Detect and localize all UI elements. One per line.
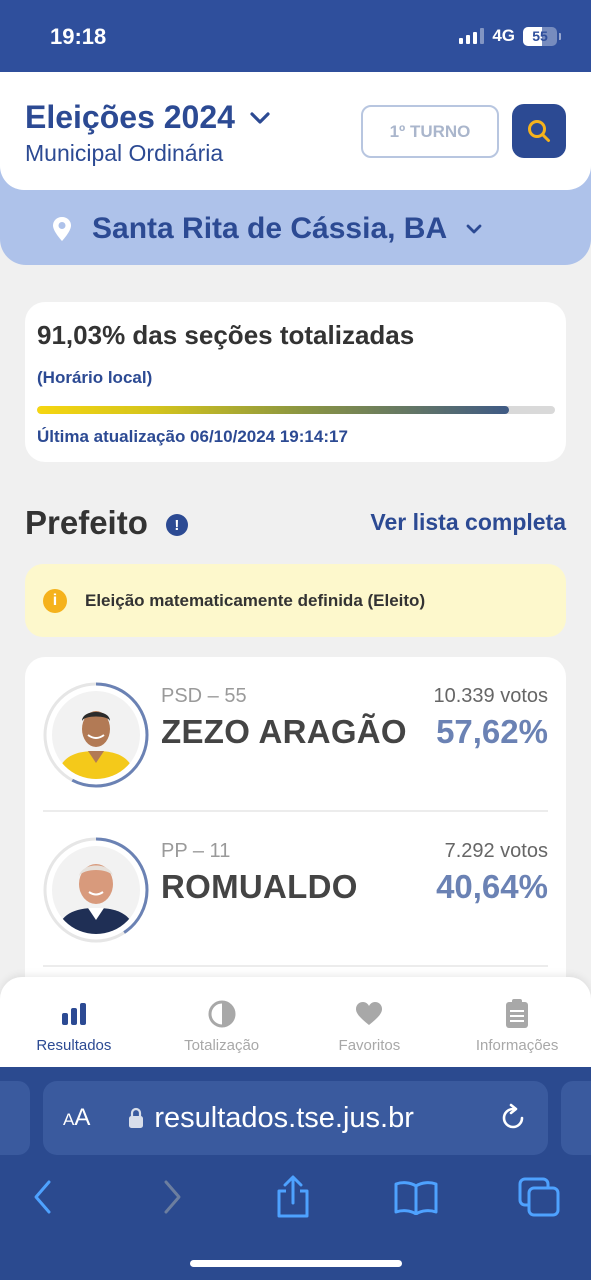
candidate-percent: 57,62% [436,713,548,750]
view-full-list-link[interactable]: Ver lista completa [370,509,566,536]
location-name: Santa Rita de Cássia, BA [92,212,448,245]
address-bar[interactable]: AA resultados.tse.jus.br [43,1081,548,1155]
battery-icon: 55 [523,26,561,46]
tab-label: Totalização [184,1037,260,1054]
alert-text: Eleição matematicamente definida (Eleito… [85,590,426,610]
tab-label: Favoritos [338,1037,401,1054]
election-subtitle: Municipal Ordinária [25,140,224,166]
candidate-name: ROMUALDO [161,868,358,905]
header-card: Eleições 2024 Municipal Ordinária 1º TUR… [0,72,591,190]
network-label: 4G [492,26,515,45]
battery-level: 55 [532,27,548,44]
search-button[interactable] [512,104,566,158]
status-time: 19:18 [50,24,107,49]
tab-totalizacao[interactable]: Totalização [148,977,296,1069]
reload-icon[interactable] [498,1103,528,1133]
election-title: Eleições 2024 [25,99,235,135]
tabs-button[interactable] [514,1172,564,1222]
candidate-party: PP – 11 [161,840,231,862]
previous-tab-peek[interactable] [0,1081,30,1155]
local-time-note: (Horário local) [37,368,153,387]
info-icon: i [43,588,67,613]
tab-informacoes[interactable]: Informações [443,977,591,1069]
candidate-avatar [42,681,150,789]
tab-label: Resultados [36,1037,112,1054]
progress-fill [37,406,509,414]
next-tab-peek[interactable] [561,1081,591,1155]
candidate-row[interactable]: PSD – 55 ZEZO ARAGÃO 10.339 votos 57,62% [25,657,566,811]
document-icon [502,999,532,1029]
status-indicators: 4G 55 [459,26,561,46]
lock-icon [129,1107,144,1128]
heart-icon [354,999,384,1029]
tab-resultados[interactable]: Resultados [0,977,148,1069]
bookmarks-button[interactable] [391,1172,441,1222]
totalization-title: 91,03% das seções totalizadas [37,320,415,350]
chevron-down-icon [466,224,482,234]
candidate-row[interactable]: PP – 11 ROMUALDO 7.292 votos 40,64% [25,812,566,966]
share-icon [277,1175,309,1218]
turno-button[interactable]: 1º TURNO [361,105,499,158]
forward-icon [164,1180,181,1214]
bar-chart-icon [59,999,89,1029]
section-title: Prefeito ! [25,504,188,542]
tab-favoritos[interactable]: Favoritos [296,977,444,1069]
browser-nav [0,1172,591,1232]
url-text: resultados.tse.jus.br [154,1101,414,1134]
candidate-votes: 10.339 votos [433,685,548,707]
totalization-progress-bar [37,406,555,414]
status-bar: 19:18 4G 55 [0,0,591,72]
office-title: Prefeito [25,504,148,541]
browser-toolbar: AA resultados.tse.jus.br [0,1067,591,1280]
candidate-votes: 7.292 votos [444,840,548,862]
bookmarks-icon [394,1181,438,1215]
forward-button[interactable] [147,1172,197,1222]
candidate-percent: 40,64% [436,868,548,905]
info-icon[interactable]: ! [165,514,188,536]
candidate-photo [52,691,140,779]
back-icon [34,1180,51,1214]
candidate-photo [52,846,140,934]
chevron-down-icon [250,111,270,124]
tab-label: Informações [475,1037,559,1054]
home-indicator[interactable] [190,1260,402,1267]
candidate-name: ZEZO ARAGÃO [161,713,407,750]
back-button[interactable] [18,1172,68,1222]
share-button[interactable] [268,1172,318,1222]
search-icon [528,120,550,142]
last-update: Última atualização 06/10/2024 19:14:17 [37,427,348,446]
signal-icon [459,28,485,44]
divider [43,965,548,967]
result-alert: i Eleição matematicamente definida (Elei… [25,564,566,637]
location-pin-icon [53,217,71,241]
tabs-icon [518,1177,560,1217]
candidate-avatar [42,836,150,944]
totalization-card: 91,03% das seções totalizadas (Horário l… [25,302,566,462]
bottom-tab-bar: Resultados Totalização Favoritos Informa… [0,977,591,1069]
location-selector[interactable]: Santa Rita de Cássia, BA [50,212,483,246]
election-selector[interactable]: Eleições 2024 [25,99,271,136]
candidate-party: PSD – 55 [161,685,247,707]
pie-chart-icon [207,999,237,1029]
text-size-button[interactable]: AA [63,1104,90,1132]
